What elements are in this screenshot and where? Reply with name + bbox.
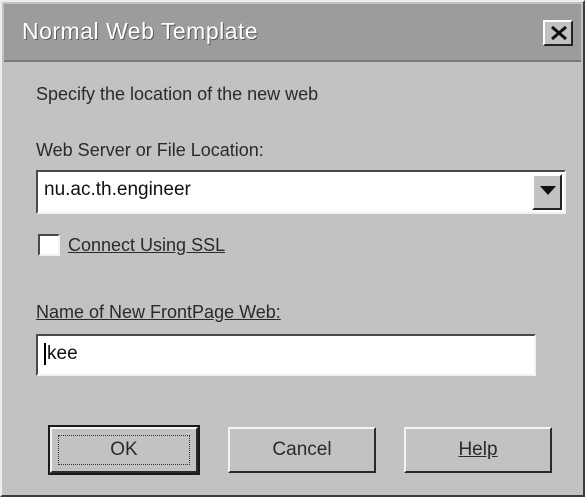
title-bar[interactable]: Normal Web Template [4, 4, 581, 62]
help-button-label: Help [458, 439, 498, 460]
help-button[interactable]: Help [404, 427, 552, 473]
cancel-button[interactable]: Cancel [228, 427, 376, 473]
chevron-down-icon [540, 186, 556, 195]
window-title: Normal Web Template [22, 18, 259, 44]
web-name-value: kee [47, 343, 78, 365]
instructions-text: Specify the location of the new web [36, 84, 319, 104]
new-web-dialog: Normal Web Template Specify the location… [0, 0, 585, 497]
ok-button[interactable]: OK [48, 425, 200, 475]
location-dropdown-button[interactable] [532, 174, 562, 210]
ssl-checkbox[interactable] [38, 234, 60, 256]
web-name-label: Name of New FrontPage Web: [36, 302, 281, 322]
web-name-input[interactable]: kee [44, 343, 78, 365]
cancel-button-label: Cancel [272, 439, 332, 460]
focus-rectangle [58, 435, 190, 465]
close-button[interactable] [543, 20, 573, 46]
location-input[interactable]: nu.ac.th.engineer [44, 179, 191, 201]
ssl-label[interactable]: Connect Using SSL [68, 235, 225, 256]
web-name-field[interactable]: kee [36, 334, 536, 376]
text-caret [44, 343, 46, 365]
close-icon [551, 25, 567, 41]
location-combobox[interactable]: nu.ac.th.engineer [36, 170, 566, 214]
location-label: Web Server or File Location: [36, 140, 264, 160]
